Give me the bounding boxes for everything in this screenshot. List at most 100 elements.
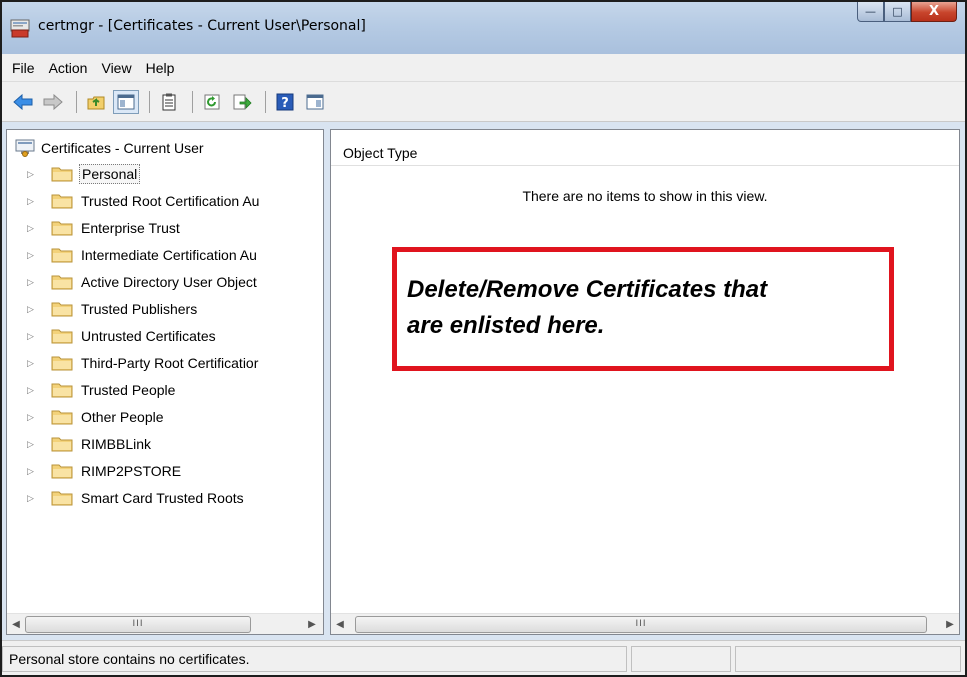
- menu-view[interactable]: View: [97, 60, 141, 76]
- folder-icon: [51, 167, 73, 182]
- tree-item[interactable]: ▷ RIMBBLink: [7, 430, 323, 457]
- tree-item[interactable]: ▷ Untrusted Certificates: [7, 322, 323, 349]
- help-button[interactable]: ?: [272, 90, 298, 114]
- expand-arrow-icon[interactable]: ▷: [27, 439, 35, 449]
- scrollbar-thumb[interactable]: III: [25, 615, 251, 633]
- tree-item[interactable]: ▷ Active Directory User Object: [7, 268, 323, 295]
- tree-item[interactable]: ▷ RIMP2PSTORE: [7, 457, 323, 484]
- toolbar-separator: [149, 90, 150, 113]
- tree-item[interactable]: ▷ Trusted Publishers: [7, 295, 323, 322]
- tree-item[interactable]: ▷ Other People: [7, 403, 323, 430]
- expand-arrow-icon[interactable]: ▷: [27, 358, 35, 368]
- close-button[interactable]: X: [911, 2, 957, 22]
- properties-button[interactable]: [156, 90, 182, 114]
- expand-arrow-icon[interactable]: ▷: [27, 304, 35, 314]
- expand-arrow-icon[interactable]: ▷: [27, 385, 35, 395]
- tree-item-label: Trusted Publishers: [81, 300, 198, 317]
- folder-icon: [51, 302, 73, 317]
- tree-item-label: Enterprise Trust: [81, 219, 180, 236]
- tree-item[interactable]: ▷ Enterprise Trust: [7, 214, 323, 241]
- empty-list-message: There are no items to show in this view.: [522, 188, 768, 204]
- expand-arrow-icon[interactable]: ▷: [27, 493, 35, 503]
- folder-icon: [51, 329, 73, 344]
- expand-arrow-icon[interactable]: ▷: [27, 466, 35, 476]
- tree-item-label: Smart Card Trusted Roots: [81, 489, 244, 506]
- scroll-right-arrow-icon[interactable]: ▶: [303, 615, 321, 634]
- tree-item-label: RIMBBLink: [81, 435, 152, 452]
- show-hide-action-pane-button[interactable]: [302, 90, 328, 114]
- expand-arrow-icon[interactable]: ▷: [27, 277, 35, 287]
- folder-icon: [51, 410, 73, 425]
- show-hide-tree-icon: [117, 94, 135, 109]
- refresh-button[interactable]: [199, 90, 225, 114]
- tree-item-label: Untrusted Certificates: [81, 327, 216, 344]
- toolbar-separator: [76, 90, 77, 113]
- expand-arrow-icon[interactable]: ▷: [27, 196, 35, 206]
- folder-icon: [51, 275, 73, 290]
- menu-file[interactable]: File: [8, 60, 45, 76]
- properties-icon: [162, 93, 176, 110]
- tree-items: ▷ Personal ▷ Trusted Root Certification Au ▷…: [7, 160, 323, 511]
- annotation-callout: Delete/Remove Certificates that are enli…: [392, 247, 894, 371]
- scroll-left-arrow-icon[interactable]: ◀: [331, 615, 349, 634]
- tree-item-label: RIMP2PSTORE: [81, 462, 182, 479]
- status-cell: [631, 646, 731, 672]
- tree-root-certificates-current-user[interactable]: Certificates - Current User: [7, 136, 323, 160]
- expand-arrow-icon[interactable]: ▷: [27, 223, 35, 233]
- expand-arrow-icon[interactable]: ▷: [27, 250, 35, 260]
- tree-item-label: Trusted People: [81, 381, 176, 398]
- folder-icon: [51, 221, 73, 236]
- menu-help[interactable]: Help: [142, 60, 185, 76]
- window-title: certmgr - [Certificates - Current User\P…: [38, 18, 366, 34]
- tree-item[interactable]: ▷ Trusted Root Certification Au: [7, 187, 323, 214]
- folder-icon: [51, 464, 73, 479]
- expand-arrow-icon[interactable]: ▷: [27, 331, 35, 341]
- expand-arrow-icon[interactable]: ▷: [27, 412, 35, 422]
- show-hide-action-pane-icon: [306, 94, 324, 109]
- tree-item[interactable]: ▷ Third-Party Root Certificatior: [7, 349, 323, 376]
- tree-item[interactable]: ▷ Smart Card Trusted Roots: [7, 484, 323, 511]
- refresh-icon: [204, 94, 220, 109]
- scroll-left-arrow-icon[interactable]: ◀: [7, 615, 25, 634]
- annotation-line-2: are enlisted here.: [407, 312, 605, 339]
- scroll-right-arrow-icon[interactable]: ▶: [941, 615, 959, 634]
- tree-item-label: Other People: [81, 408, 164, 425]
- maximize-button[interactable]: □: [884, 2, 911, 22]
- tree-item-label: Third-Party Root Certificatior: [81, 354, 259, 371]
- scrollbar-grip: III: [132, 619, 144, 629]
- forward-arrow-icon: [43, 93, 63, 110]
- tree-item-label: Personal: [79, 163, 141, 184]
- export-list-button[interactable]: [229, 90, 255, 114]
- expand-arrow-icon[interactable]: ▷: [27, 169, 35, 179]
- column-header-object-type[interactable]: Object Type: [331, 140, 959, 166]
- certificate-store-tree: Certificates - Current User ▷ Personal ▷ Tr…: [7, 136, 323, 606]
- scrollbar-thumb[interactable]: III: [355, 615, 927, 633]
- tree-item-label: Active Directory User Object: [81, 273, 257, 290]
- minimize-button[interactable]: —: [857, 2, 884, 22]
- scrollbar-grip: III: [635, 619, 647, 629]
- toolbar-separator: [192, 90, 193, 113]
- up-one-level-button[interactable]: [83, 90, 109, 114]
- back-arrow-icon: [13, 93, 33, 110]
- menu-action[interactable]: Action: [45, 60, 98, 76]
- tree-item[interactable]: ▷ Intermediate Certification Au: [7, 241, 323, 268]
- folder-icon: [51, 194, 73, 209]
- tree-item[interactable]: ▷ Personal: [7, 160, 323, 187]
- folder-icon: [51, 248, 73, 263]
- back-button[interactable]: [10, 90, 36, 114]
- console-tree-pane: Certificates - Current User ▷ Personal ▷ Tr…: [6, 129, 324, 635]
- results-horizontal-scrollbar[interactable]: ◀ III ▶: [331, 613, 959, 634]
- maximize-icon: □: [892, 5, 903, 18]
- title-bar[interactable]: certmgr - [Certificates - Current User\P…: [2, 2, 965, 54]
- folder-icon: [51, 356, 73, 371]
- annotation-text: Delete/Remove Certificates that are enli…: [407, 272, 887, 344]
- folder-icon: [51, 383, 73, 398]
- help-icon: ?: [276, 93, 294, 111]
- tree-item[interactable]: ▷ Trusted People: [7, 376, 323, 403]
- show-hide-console-tree-button[interactable]: [113, 89, 139, 114]
- tree-horizontal-scrollbar[interactable]: ◀ III ▶: [7, 613, 323, 634]
- svg-text:?: ?: [281, 96, 289, 111]
- menu-bar: File Action View Help: [2, 54, 965, 82]
- toolbar: ?: [2, 82, 965, 122]
- forward-button[interactable]: [40, 90, 66, 114]
